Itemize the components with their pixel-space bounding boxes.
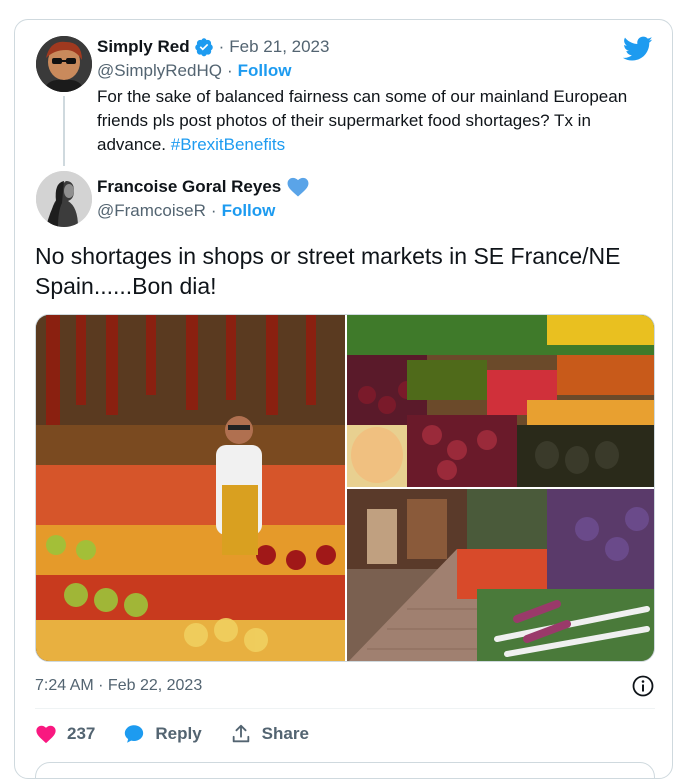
thread-line (63, 96, 65, 166)
produce-crates-photo[interactable] (347, 315, 654, 487)
tweet-text: No shortages in shops or street markets … (35, 243, 621, 299)
tweet-meta-row: 7:24 AM · Feb 22, 2023 (35, 674, 655, 698)
like-button[interactable]: 237 (35, 723, 95, 745)
author-handle-row: @FramcoiseR · Follow (97, 201, 275, 221)
info-icon[interactable] (631, 674, 655, 698)
read-replies-button[interactable] (35, 762, 655, 778)
share-upload-icon (232, 724, 249, 743)
parent-tweet-text: For the sake of balanced fairness can so… (97, 85, 662, 157)
share-button[interactable]: Share (230, 723, 309, 745)
author-name-row: Francoise Goral Reyes (97, 177, 309, 197)
reply-label: Reply (155, 724, 202, 743)
share-label: Share (261, 724, 309, 743)
reply-button[interactable]: Reply (123, 723, 202, 745)
author-display-name[interactable]: Francoise Goral Reyes (97, 177, 281, 197)
follow-author-button[interactable]: Follow (222, 201, 276, 221)
reply-bubble-icon (125, 725, 144, 743)
tweet-card: Simply Red · Feb 21, 2023 @SimplyRedHQ ·… (14, 19, 673, 779)
divider (35, 708, 655, 709)
separator-dot: · (210, 201, 217, 220)
simply-red-avatar[interactable] (36, 36, 92, 92)
tweet-timestamp[interactable]: 7:24 AM · Feb 22, 2023 (35, 677, 202, 695)
separator-dot: · (218, 37, 225, 56)
follow-parent-button[interactable]: Follow (238, 61, 292, 81)
parent-handle[interactable]: @SimplyRedHQ (97, 61, 222, 81)
heart-icon (36, 725, 56, 744)
parent-handle-row: @SimplyRedHQ · Follow (97, 61, 291, 81)
author-handle[interactable]: @FramcoiseR (97, 201, 206, 221)
like-count: 237 (67, 724, 96, 743)
street-market-photo[interactable] (347, 489, 654, 661)
media-grid[interactable] (35, 314, 655, 662)
parent-date[interactable]: Feb 21, 2023 (229, 37, 329, 57)
parent-display-name[interactable]: Simply Red (97, 37, 190, 57)
separator-dot: · (226, 61, 233, 80)
verified-badge-icon (194, 38, 213, 57)
market-stall-photo[interactable] (36, 315, 345, 661)
blue-heart-icon (287, 177, 309, 197)
parent-name-row: Simply Red · Feb 21, 2023 (97, 37, 329, 57)
francoise-avatar[interactable] (36, 171, 92, 227)
hashtag-link[interactable]: #BrexitBenefits (171, 135, 285, 154)
twitter-bird-icon[interactable] (623, 36, 653, 62)
action-bar: 237 Reply Share (35, 720, 337, 748)
